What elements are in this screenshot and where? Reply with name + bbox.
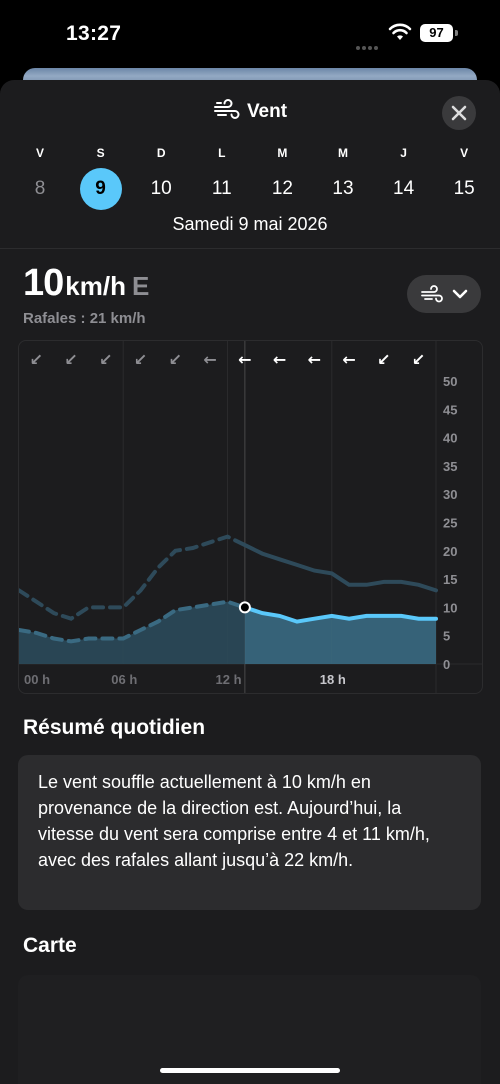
- day-button[interactable]: 11: [201, 168, 243, 210]
- day-button[interactable]: 8: [19, 168, 61, 210]
- weekday-letter: L: [218, 146, 226, 160]
- wind-icon: [421, 285, 443, 303]
- divider: [0, 248, 500, 249]
- wind-direction-arrow: ←: [342, 350, 355, 369]
- x-tick-label: 00 h: [24, 672, 50, 687]
- y-tick-label: 45: [443, 402, 457, 417]
- y-tick-label: 15: [443, 572, 457, 587]
- chevron-down-icon: [452, 289, 468, 299]
- wind-direction-arrow: ↙: [169, 350, 182, 369]
- day-button[interactable]: 15: [443, 168, 485, 210]
- y-tick-label: 25: [443, 516, 457, 531]
- wind-direction-arrow: ←: [308, 350, 321, 369]
- weekday-letter: V: [460, 146, 469, 160]
- sheet-title: Vent: [0, 99, 500, 123]
- wind-icon: [213, 99, 240, 119]
- sheet-title-text: Vent: [246, 101, 288, 123]
- day-button[interactable]: 14: [383, 168, 425, 210]
- wind-direction-arrow: ↙: [64, 350, 77, 369]
- current-wind: 10km/h E: [23, 262, 149, 305]
- day-selected[interactable]: 9: [79, 168, 122, 210]
- layer-select-button[interactable]: [407, 275, 481, 313]
- status-time: 13:27: [66, 22, 122, 45]
- wind-direction-arrow: ↙: [99, 350, 112, 369]
- day-button[interactable]: 12: [261, 168, 303, 210]
- day-button[interactable]: 13: [322, 168, 364, 210]
- wind-direction-arrow: ↙: [377, 350, 390, 369]
- y-tick-label: 40: [443, 431, 457, 446]
- gusts-label: Rafales : 21 km/h: [23, 310, 146, 327]
- day-picker: 8 9 10 11 12 13 14 15: [0, 168, 500, 210]
- wind-chart-svg: 0 5 10 15 20 25 30 35 40 45 50 00 h 06 h 12 h 18 h ↙ ↙ ↙ ↙…: [19, 341, 482, 693]
- y-tick-label: 30: [443, 487, 457, 502]
- summary-title: Résumé quotidien: [23, 716, 206, 739]
- y-tick-label: 50: [443, 374, 457, 389]
- day-button[interactable]: 10: [140, 168, 182, 210]
- status-bar: 13:27 97: [0, 0, 500, 70]
- battery-indicator: 97: [420, 24, 453, 42]
- close-button[interactable]: [442, 96, 476, 130]
- wind-direction-arrow: ↙: [134, 350, 147, 369]
- wifi-icon: [388, 23, 412, 40]
- weekday-letter: S: [96, 146, 105, 160]
- weekday-letter: J: [400, 146, 407, 160]
- y-tick-label: 0: [443, 657, 450, 672]
- wind-direction-arrow: ↙: [412, 350, 425, 369]
- x-tick-label: 12 h: [216, 672, 242, 687]
- wind-direction-arrow: ←: [203, 350, 216, 369]
- wind-direction-arrow: ←: [273, 350, 286, 369]
- wind-chart[interactable]: 0 5 10 15 20 25 30 35 40 45 50 00 h 06 h 12 h 18 h ↙ ↙ ↙ ↙…: [18, 340, 483, 694]
- battery-tip: [455, 30, 458, 36]
- cellular-signal-icon: [356, 37, 380, 50]
- x-tick-label: 06 h: [111, 672, 137, 687]
- y-tick-label: 10: [443, 600, 457, 615]
- wind-speed-unit: km/h: [65, 271, 126, 301]
- summary-text: Le vent souffle actuellement à 10 km/h e…: [38, 772, 430, 870]
- wind-direction-arrow: ←: [238, 350, 251, 369]
- weekday-letter: D: [156, 146, 166, 160]
- map-title: Carte: [23, 934, 77, 957]
- wind-direction: E: [131, 271, 150, 301]
- wind-speed-value: 10: [23, 262, 64, 304]
- x-tick-label: 18 h: [320, 672, 346, 687]
- y-tick-label: 35: [443, 459, 457, 474]
- gust-line-future: [242, 543, 438, 593]
- y-tick-label: 5: [443, 629, 450, 644]
- current-point-marker: [238, 601, 251, 614]
- wind-direction-arrow: ↙: [30, 350, 43, 369]
- summary-card: Le vent souffle actuellement à 10 km/h e…: [18, 755, 481, 910]
- close-icon: [451, 105, 467, 121]
- weekday-letter: M: [277, 146, 288, 160]
- home-indicator[interactable]: [160, 1068, 340, 1073]
- weekday-letter: V: [35, 146, 44, 160]
- y-tick-label: 20: [443, 544, 457, 559]
- selected-date: Samedi 9 mai 2026: [172, 214, 328, 234]
- weekday-letters: VSDLMMJV: [0, 146, 500, 162]
- weekday-letter: M: [338, 146, 348, 160]
